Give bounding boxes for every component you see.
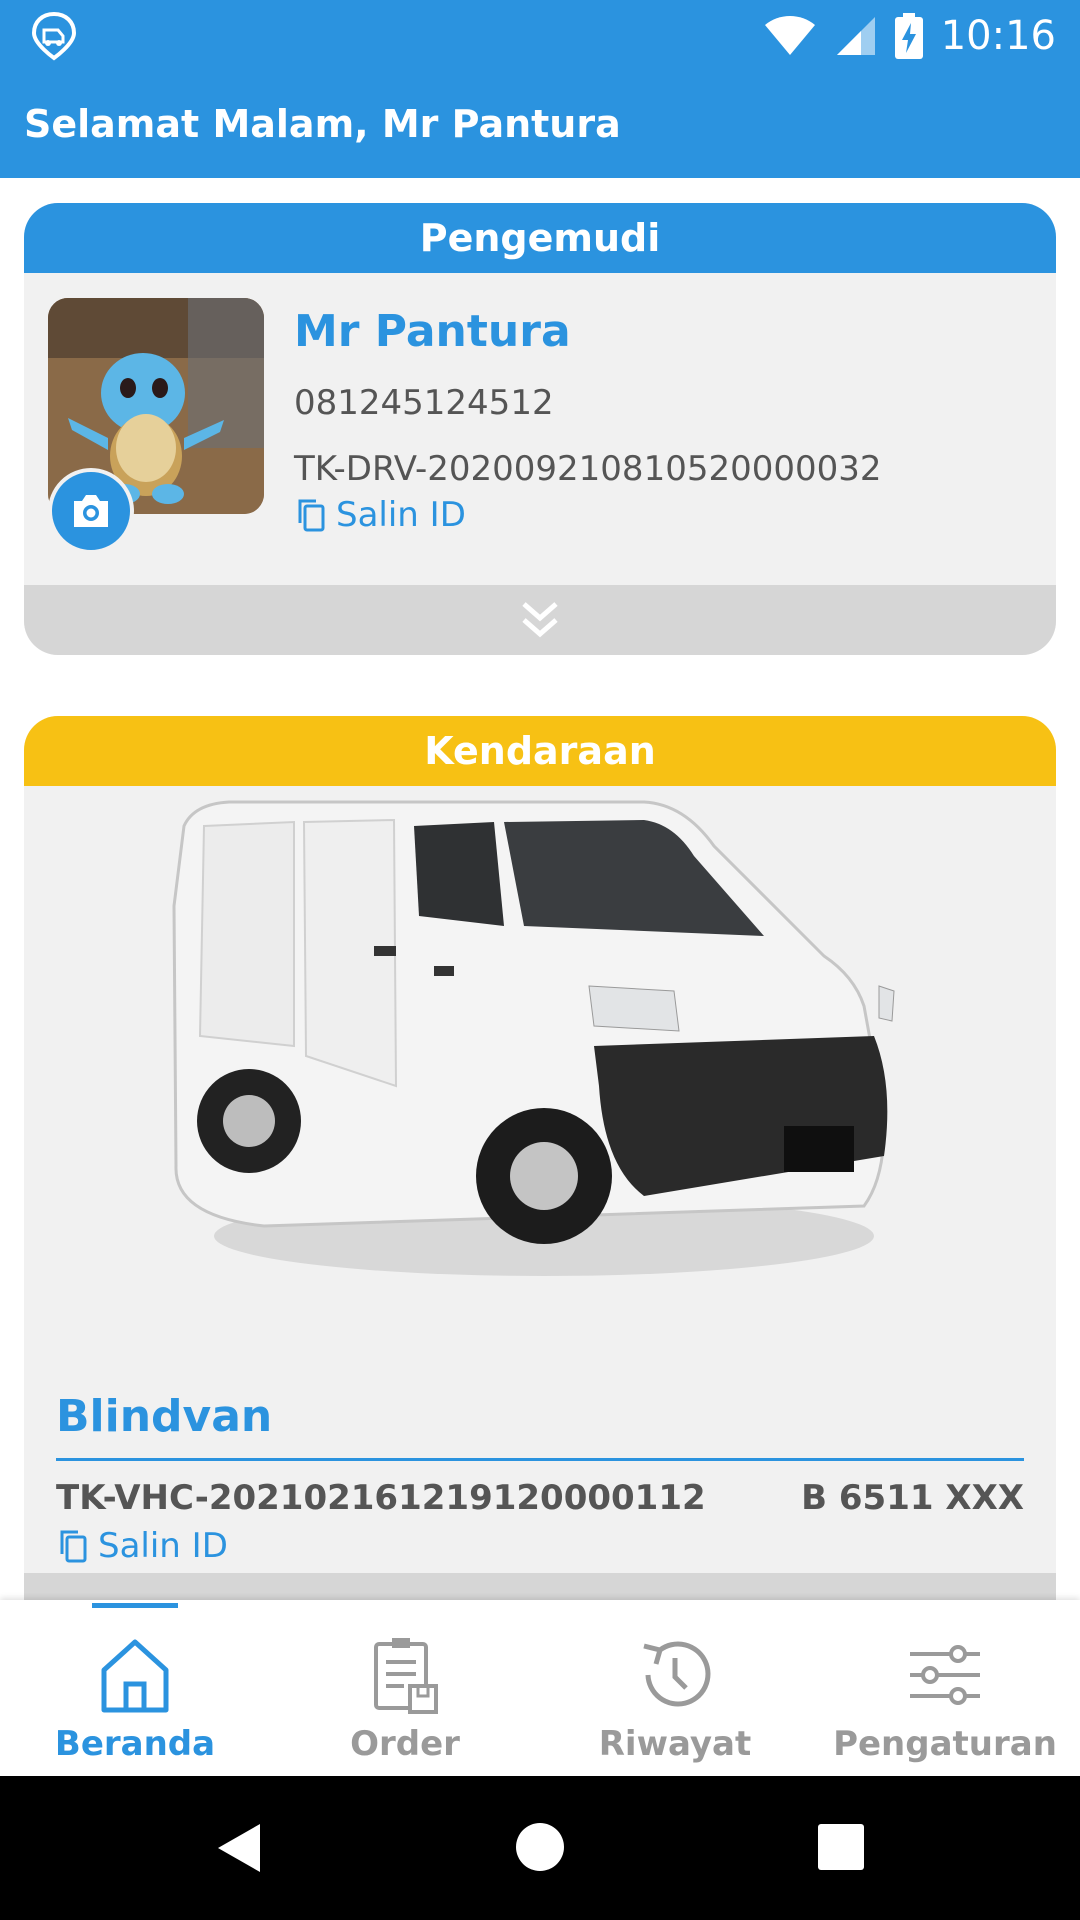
nav-beranda-label: Beranda xyxy=(54,1724,216,1764)
app-logo-icon xyxy=(31,11,77,61)
history-clock-icon xyxy=(643,1641,711,1707)
nav-pengaturan[interactable]: Pengaturan xyxy=(810,1600,1080,1776)
driver-name: Mr Pantura xyxy=(294,306,571,357)
vehicle-plate: B 6511 XXX xyxy=(801,1478,1024,1518)
home-icon xyxy=(101,1639,169,1713)
status-clock: 10:16 xyxy=(940,13,1056,59)
back-icon[interactable] xyxy=(214,1820,264,1876)
nav-order-label: Order xyxy=(350,1724,460,1764)
battery-charging-icon xyxy=(894,13,923,59)
app-bar: Selamat Malam, Mr Pantura xyxy=(0,72,1080,178)
clipboard-list-icon xyxy=(374,1638,438,1714)
nav-active-indicator xyxy=(92,1603,178,1608)
sliders-icon xyxy=(910,1645,980,1705)
nav-pengaturan-label: Pengaturan xyxy=(833,1724,1057,1764)
vehicle-card-header: Kendaraan xyxy=(24,716,1056,786)
nav-order[interactable]: Order xyxy=(270,1600,540,1776)
driver-card: Pengemudi Mr Pantura 081245124512 TK-DRV… xyxy=(24,203,1056,655)
copy-vehicle-id-button[interactable]: Salin ID xyxy=(56,1526,228,1566)
copy-vehicle-id-label: Salin ID xyxy=(98,1526,228,1566)
double-chevron-down-icon xyxy=(522,602,558,638)
driver-phone: 081245124512 xyxy=(294,383,554,423)
vehicle-divider xyxy=(56,1458,1024,1461)
copy-driver-id-label: Salin ID xyxy=(336,495,466,535)
vehicle-card: Kendaraan Blindvan TK-VHC-20210216121912… xyxy=(24,716,1056,1606)
change-photo-button[interactable] xyxy=(48,468,134,554)
camera-icon xyxy=(74,495,108,527)
copy-driver-id-button[interactable]: Salin ID xyxy=(294,495,466,535)
wifi-icon xyxy=(764,16,815,55)
driver-card-expand-button[interactable] xyxy=(24,585,1056,655)
driver-id: TK-DRV-20200921081052000003​2 xyxy=(294,449,882,489)
status-bar: 10:16 xyxy=(0,0,1080,72)
nav-beranda[interactable]: Beranda xyxy=(0,1600,270,1776)
van-illustration xyxy=(172,800,895,1276)
bottom-navigation: Beranda Order Riwayat Pengaturan xyxy=(0,1600,1080,1776)
vehicle-type: Blindvan xyxy=(56,1391,273,1442)
vehicle-image xyxy=(24,786,1056,1346)
driver-card-header: Pengemudi xyxy=(24,203,1056,273)
copy-icon xyxy=(298,499,325,532)
home-circle-icon[interactable] xyxy=(515,1822,565,1872)
nav-riwayat[interactable]: Riwayat xyxy=(540,1600,810,1776)
copy-icon xyxy=(60,1530,87,1563)
vehicle-id: TK-VHC-20210216121912000011​2 xyxy=(56,1478,706,1518)
nav-riwayat-label: Riwayat xyxy=(598,1724,752,1764)
greeting-title: Selamat Malam, Mr Pantura xyxy=(24,102,621,146)
system-navigation-bar xyxy=(0,1776,1080,1920)
recents-icon[interactable] xyxy=(818,1824,864,1870)
cellular-signal-icon xyxy=(836,17,875,55)
